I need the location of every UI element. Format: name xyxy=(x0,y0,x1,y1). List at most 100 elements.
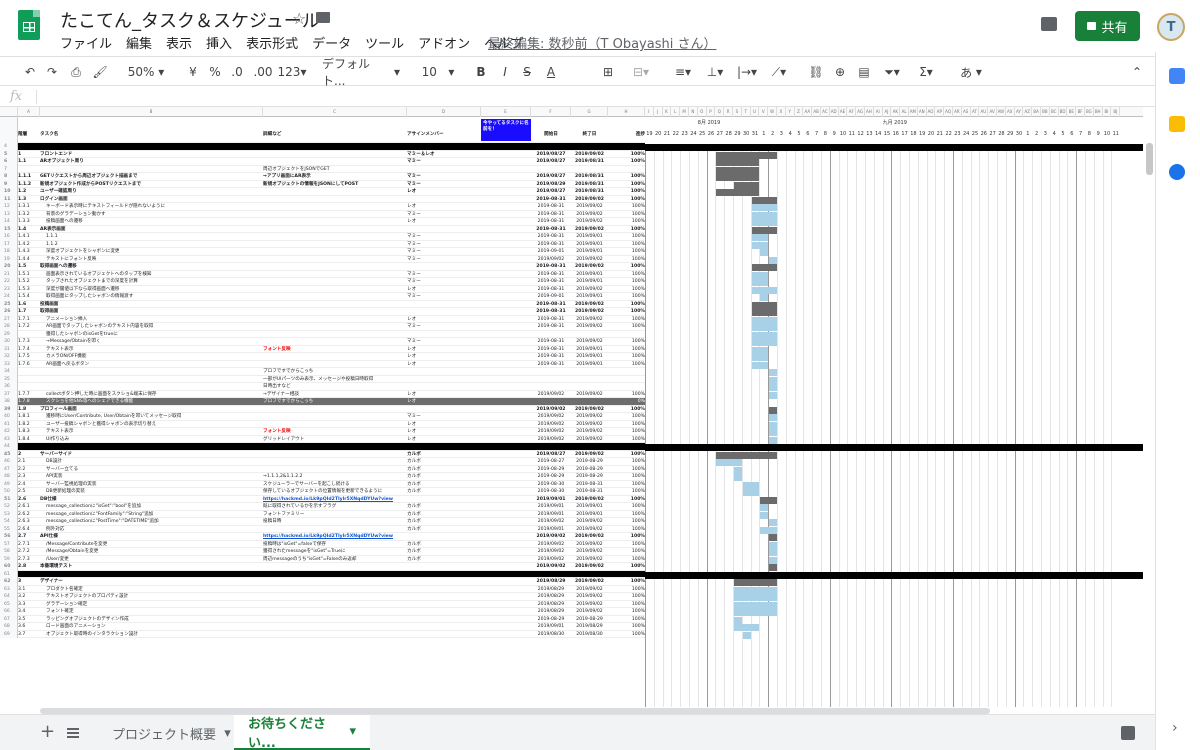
column-header[interactable]: AC xyxy=(821,107,830,117)
row-number[interactable]: 37 xyxy=(0,390,18,398)
undo-icon[interactable]: ↶ xyxy=(22,63,38,81)
table-row[interactable]: 11 1.3 ログイン画面 2019-08-31 2019/09/02 100% xyxy=(0,195,645,203)
cell[interactable]: 2019/09/02 xyxy=(571,526,608,534)
cell[interactable]: 1.8.2 xyxy=(18,421,40,429)
cell[interactable]: カルボ xyxy=(407,473,481,481)
column-header[interactable]: AB xyxy=(812,107,821,117)
cell[interactable]: 100% xyxy=(608,226,645,234)
cell[interactable]: 1.5.2 xyxy=(18,278,40,286)
cell[interactable]: 1.5.1 xyxy=(18,271,40,279)
cell[interactable]: 3.3 xyxy=(18,601,40,609)
cell[interactable]: マミー xyxy=(407,181,481,189)
table-row[interactable]: 52 2.6.1 message_collectionに"isGet":"bool"… xyxy=(0,503,645,511)
cell[interactable]: 2019-08-31 xyxy=(571,481,608,489)
cell[interactable]: 取得画面 xyxy=(40,308,263,316)
keep-icon[interactable] xyxy=(1169,116,1185,132)
table-row[interactable]: 46 2.1 DB設計 カルボ 2019-08-27 2019-08-29 100% xyxy=(0,458,645,466)
row-number[interactable]: 36 xyxy=(0,383,18,391)
row-number[interactable]: 26 xyxy=(0,308,18,316)
cell[interactable]: 2019/09/02 xyxy=(571,413,608,421)
cell[interactable]: 日時出すなど xyxy=(263,383,407,391)
cell[interactable]: 100% xyxy=(608,578,645,586)
cell[interactable]: 1.7.6 xyxy=(18,361,40,369)
cell[interactable]: 2019/09/02 xyxy=(571,338,608,346)
cell[interactable]: 1.1 xyxy=(18,158,40,166)
column-header[interactable]: AK xyxy=(891,107,901,117)
cell[interactable]: 投稿画面 xyxy=(40,301,263,309)
column-header[interactable]: V xyxy=(759,107,769,117)
row-number[interactable]: 55 xyxy=(0,525,18,533)
cell[interactable]: 100% xyxy=(608,563,645,571)
column-header[interactable]: M xyxy=(680,107,689,117)
cell[interactable]: 100% xyxy=(608,241,645,249)
cell[interactable]: 2019/08/27 xyxy=(531,451,571,459)
cell[interactable]: 投稿日時 xyxy=(263,518,407,526)
cell[interactable]: プロフィール画面 xyxy=(40,406,263,414)
all-sheets-icon[interactable] xyxy=(67,728,79,738)
cell[interactable]: 100% xyxy=(608,233,645,241)
add-sheet-icon[interactable]: + xyxy=(40,721,55,742)
cell[interactable]: 1.3.1 xyxy=(18,203,40,211)
cell[interactable]: DB仕様 xyxy=(40,496,263,504)
cell[interactable]: 例外対応 xyxy=(46,526,269,534)
cell[interactable]: 1.3.3 xyxy=(18,218,40,226)
cell[interactable]: 2019/08/31 xyxy=(571,173,608,181)
table-row[interactable]: 39 1.8 プロフィール画面 2019/09/02 2019/09/02 100% xyxy=(0,405,645,414)
row-number[interactable]: 7 xyxy=(0,165,18,173)
cell[interactable]: 100% xyxy=(608,271,645,279)
cell[interactable]: 2019-08-31 xyxy=(531,271,571,279)
cell[interactable]: 100% xyxy=(608,361,645,369)
cell[interactable]: カルボ xyxy=(407,458,481,466)
row-number[interactable]: 38 xyxy=(0,398,18,406)
font-select[interactable]: デフォルト... ▾ xyxy=(322,57,400,88)
cell[interactable]: 100% xyxy=(608,353,645,361)
italic-icon[interactable]: I xyxy=(498,63,512,81)
align-horizontal-icon[interactable]: ≡▾ xyxy=(672,63,694,81)
cell[interactable]: message_collectionに"PostTime":"DATETIME"… xyxy=(46,518,269,526)
cell[interactable]: 2019/09/01 xyxy=(531,511,571,519)
menu-item[interactable]: 編集 xyxy=(126,33,159,52)
cell[interactable]: 2.7 xyxy=(18,533,40,541)
cell[interactable]: 2019/09/01 xyxy=(571,503,608,511)
cell[interactable]: フォント確定 xyxy=(46,608,269,616)
cell[interactable]: 100% xyxy=(608,631,645,639)
cell[interactable]: マミー xyxy=(407,211,481,219)
cell[interactable]: 100% xyxy=(608,526,645,534)
cell[interactable]: レオ xyxy=(407,353,481,361)
cell[interactable]: GETリクエストから周辺オブジェクト描画まで xyxy=(40,173,263,181)
cell[interactable]: 1.8 xyxy=(18,406,40,414)
table-row[interactable]: 57 2.7.1/Message/Contributeを変更 投稿時は"isGet"… xyxy=(0,540,645,548)
cell[interactable]: プロフですでからこっち xyxy=(263,398,407,406)
cell[interactable]: 100% xyxy=(608,533,645,541)
formula-bar[interactable]: fx xyxy=(0,87,1155,107)
document-title[interactable]: たこてん_タスク＆スケジュール xyxy=(60,7,320,33)
cell[interactable]: 100% xyxy=(608,256,645,264)
cell[interactable]: グラデーション確定 xyxy=(46,601,269,609)
cell[interactable]: DB設計 xyxy=(46,458,269,466)
column-header[interactable]: AL xyxy=(900,107,909,117)
cell[interactable]: 1.6 xyxy=(18,301,40,309)
cell[interactable]: ラッピングオブジェクトのデザイン作成 xyxy=(46,616,269,624)
cell[interactable]: 2019-08-27 xyxy=(531,458,571,466)
cell[interactable]: 深度オブジェクトをシャボンに変更 xyxy=(46,248,269,256)
column-header[interactable]: Y xyxy=(786,107,795,117)
cell[interactable]: 2019/09/02 xyxy=(571,203,608,211)
borders-icon[interactable]: ⊞ xyxy=(600,63,616,81)
folder-icon[interactable] xyxy=(316,12,330,23)
row-number[interactable]: 56 xyxy=(0,533,18,541)
cell[interactable]: 2.1 xyxy=(18,458,40,466)
cell[interactable]: 2019/09/01 xyxy=(571,353,608,361)
cell[interactable]: 2019/09/01 xyxy=(571,233,608,241)
cell[interactable]: 遷移時にUser/Contribute, User/Obtainを叩いてメッセー… xyxy=(46,413,269,421)
cell[interactable]: マミー xyxy=(407,173,481,181)
cell[interactable]: マミー xyxy=(407,278,481,286)
column-header[interactable]: AG xyxy=(856,107,865,117)
cell[interactable]: message_collectionに"FontFamily":"String"… xyxy=(46,511,269,519)
cell[interactable]: 100% xyxy=(608,436,645,444)
column-header[interactable]: AH xyxy=(865,107,874,117)
cell[interactable]: カルボ xyxy=(407,556,481,564)
cell[interactable]: https://hackmd.io/Lk9pQId2TIylr5XNqdDYUw… xyxy=(263,496,407,504)
row-number[interactable]: 40 xyxy=(0,413,18,421)
cell[interactable]: 2019/08/27 xyxy=(531,173,571,181)
cell[interactable]: 2019/09/02 xyxy=(571,496,608,504)
